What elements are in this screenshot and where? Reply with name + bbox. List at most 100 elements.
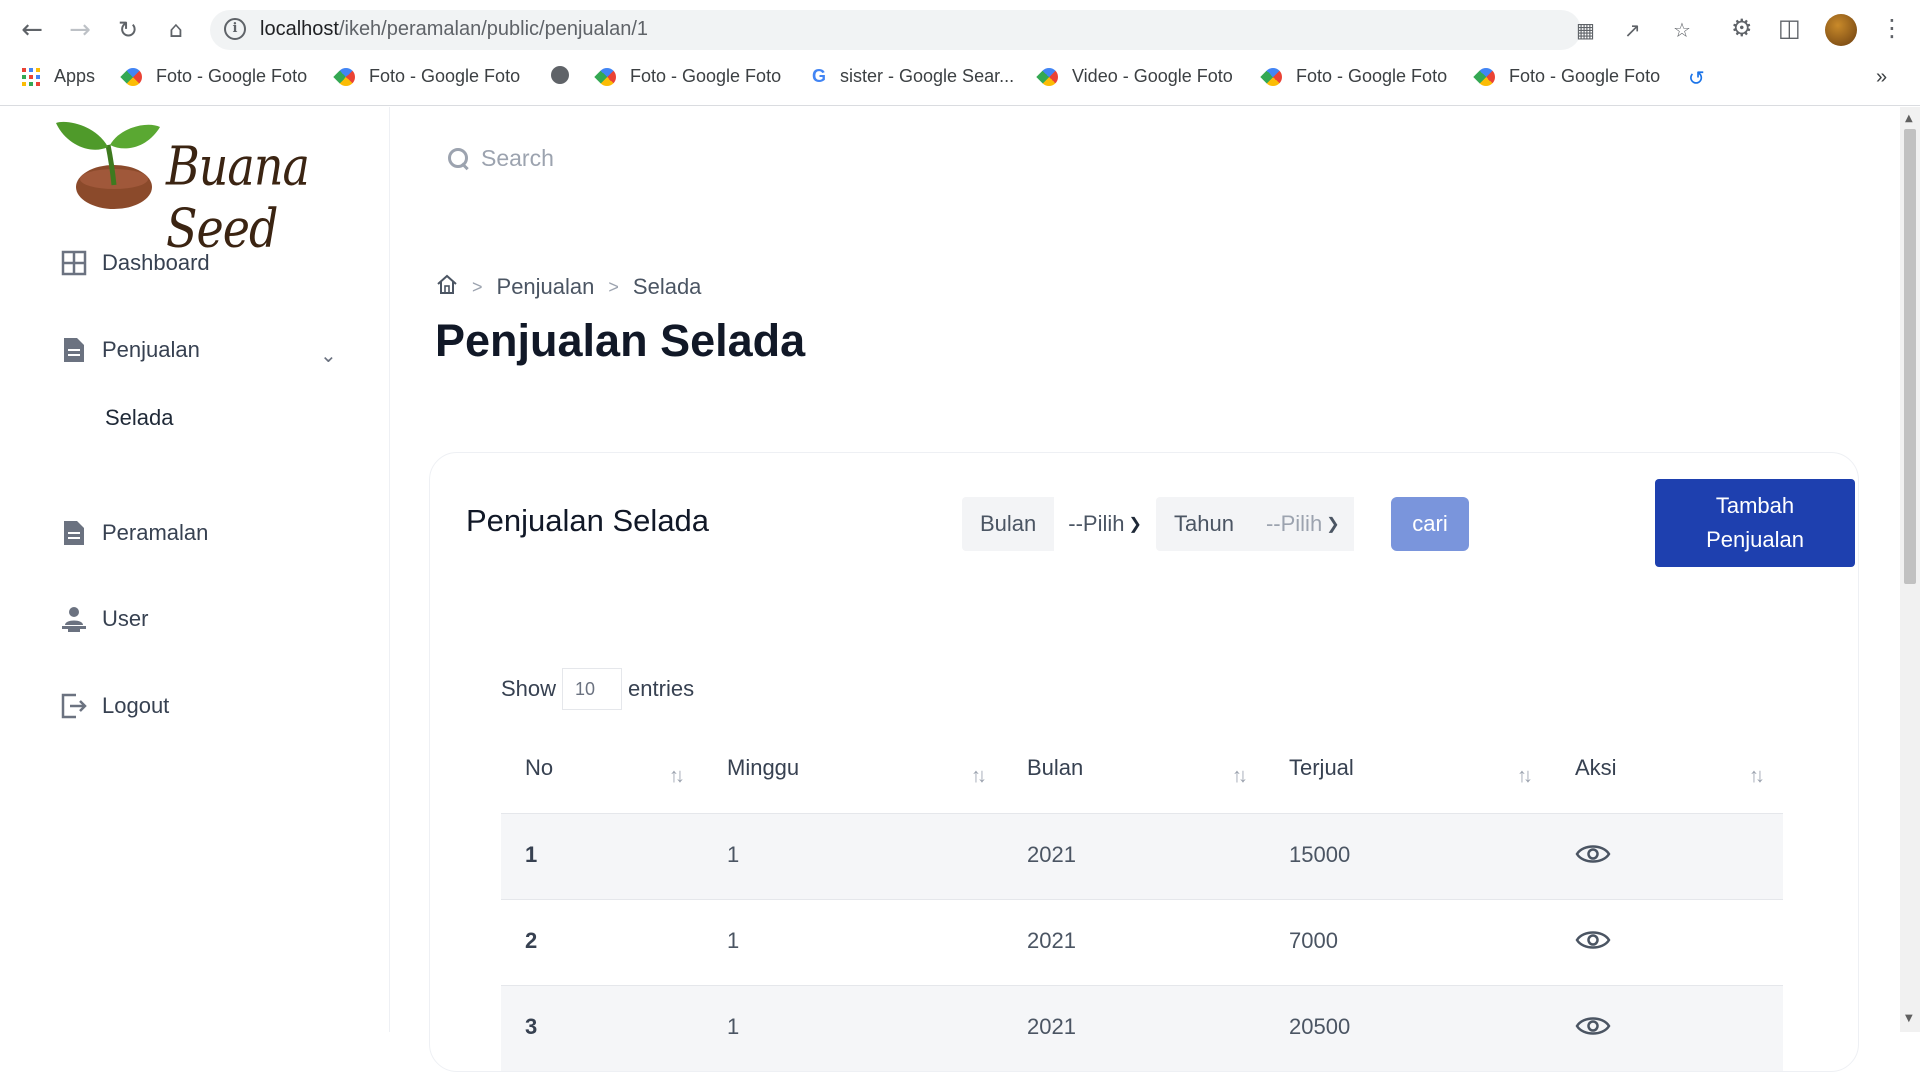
sort-icon[interactable]: ↑↓ — [669, 765, 685, 788]
cell-terjual: 20500 — [1289, 1014, 1351, 1039]
bookmark-foto-1[interactable]: Foto - Google Foto — [120, 63, 308, 90]
back-arrow-icon[interactable]: ← — [14, 12, 50, 48]
side-panel-icon[interactable]: ◫ — [1778, 14, 1801, 42]
translate-icon[interactable]: ▦ — [1576, 18, 1595, 42]
column-header-aksi[interactable]: Aksi — [1575, 755, 1617, 781]
google-photos-icon — [120, 63, 146, 90]
bookmark-label: sister - Google Sear... — [840, 66, 1015, 86]
home-icon[interactable] — [436, 273, 458, 301]
sprout-logo-icon — [56, 121, 160, 209]
table-header-row: No ↑↓ Minggu ↑↓ Bulan ↑↓ Terjual ↑↓ Aksi… — [501, 743, 1783, 813]
eye-icon[interactable] — [1575, 1014, 1611, 1038]
tahun-select-value: --Pilih — [1265, 511, 1323, 536]
sidebar-item-logout[interactable]: Logout — [60, 692, 169, 720]
show-entries: Show 10 entries — [501, 668, 694, 710]
sidebar-item-label: User — [102, 606, 149, 631]
bookmark-label: Foto - Google Foto — [156, 66, 308, 86]
sort-icon[interactable]: ↑↓ — [1232, 765, 1248, 788]
entries-label: entries — [628, 676, 695, 701]
user-icon — [60, 605, 88, 633]
bookmark-label: Foto - Google Foto — [630, 66, 782, 86]
bookmark-apps[interactable]: Apps — [22, 66, 95, 87]
profile-avatar[interactable] — [1825, 14, 1857, 46]
bookmark-foto-5[interactable]: Foto - Google Foto — [1473, 63, 1660, 90]
chevron-down-icon[interactable]: ⌄ — [320, 343, 337, 367]
cell-no: 1 — [525, 842, 538, 867]
eye-icon[interactable] — [1575, 842, 1611, 866]
bookmark-star-icon[interactable]: ☆ — [1673, 18, 1691, 42]
cari-button[interactable]: cari — [1391, 497, 1469, 551]
sidebar-item-label: Logout — [102, 693, 170, 718]
breadcrumb-penjualan[interactable]: Penjualan — [497, 274, 595, 300]
site-info-icon[interactable]: i — [224, 18, 246, 40]
bookmark-foto-3[interactable]: Foto - Google Foto — [594, 63, 782, 90]
scroll-down-arrow-icon[interactable]: ▼ — [1905, 1013, 1913, 1024]
globe-icon — [551, 66, 569, 84]
history-icon[interactable]: ↺ — [1688, 66, 1705, 91]
bookmark-sister-search[interactable]: G sister - Google Sear... — [812, 66, 1014, 87]
bookmark-foto-2[interactable]: Foto - Google Foto — [333, 63, 520, 90]
filter-bulan-label: Bulan — [962, 497, 1055, 551]
cell-bulan: 2021 — [1027, 842, 1076, 867]
home-icon[interactable]: ⌂ — [158, 12, 194, 48]
google-photos-icon — [1473, 63, 1499, 90]
bookmark-foto-4[interactable]: Foto - Google Foto — [1260, 63, 1447, 90]
bookmark-label: Apps — [54, 66, 96, 86]
browser-chrome: ← → ↻ ⌂ i localhost/ikeh/peramalan/publi… — [0, 0, 1920, 106]
menu-kebab-icon[interactable]: ⋮ — [1880, 14, 1904, 42]
column-header-bulan[interactable]: Bulan — [1027, 755, 1083, 781]
google-photos-icon — [594, 63, 620, 90]
search-icon — [447, 147, 471, 171]
sidebar-subitem-selada[interactable]: Selada — [105, 405, 174, 431]
page-title: Penjualan Selada — [435, 315, 806, 366]
scroll-up-arrow-icon[interactable]: ▲ — [1905, 113, 1913, 124]
search-bar[interactable]: Search — [447, 145, 554, 172]
grid-icon — [60, 249, 88, 277]
column-header-terjual[interactable]: Terjual — [1289, 755, 1354, 781]
sidebar-item-peramalan[interactable]: Peramalan — [60, 519, 208, 547]
search-input[interactable]: Search — [481, 145, 554, 172]
tambah-penjualan-button[interactable]: Tambah Penjualan — [1655, 479, 1855, 567]
page-scrollbar[interactable]: ▲ ▼ — [1900, 107, 1920, 1032]
entries-select-value: 10 — [575, 678, 596, 699]
bookmarks-more-button[interactable]: » — [1876, 66, 1887, 89]
table-row: 3 1 2021 20500 — [501, 985, 1783, 1071]
share-icon[interactable]: ↗ — [1624, 18, 1641, 42]
sort-icon[interactable]: ↑↓ — [1517, 765, 1533, 788]
bulan-select-value: --Pilih — [1068, 511, 1125, 536]
sidebar-item-user[interactable]: User — [60, 605, 148, 633]
column-header-no[interactable]: No — [525, 755, 553, 781]
chevron-right-icon: > — [608, 276, 619, 297]
breadcrumb: > Penjualan > Selada — [436, 273, 701, 301]
cell-no: 2 — [525, 928, 538, 953]
cell-minggu: 1 — [727, 1014, 740, 1039]
entries-select[interactable]: 10 — [562, 668, 623, 710]
bookmark-globe[interactable] — [551, 66, 569, 84]
eye-icon[interactable] — [1575, 928, 1611, 952]
table-row: 1 1 2021 15000 — [501, 813, 1783, 899]
sort-icon[interactable]: ↑↓ — [1749, 765, 1765, 788]
reload-icon[interactable]: ↻ — [110, 12, 146, 48]
cell-terjual: 7000 — [1289, 928, 1338, 953]
sidebar-item-dashboard[interactable]: Dashboard — [60, 249, 210, 277]
cell-minggu: 1 — [727, 842, 740, 867]
tahun-select[interactable]: --Pilih ❯ — [1251, 497, 1354, 551]
sort-icon[interactable]: ↑↓ — [971, 765, 987, 788]
document-icon — [60, 336, 88, 364]
address-url: localhost/ikeh/peramalan/public/penjuala… — [260, 18, 648, 41]
bookmark-label: Video - Google Foto — [1072, 66, 1233, 86]
cell-bulan: 2021 — [1027, 1014, 1076, 1039]
logo[interactable]: Buana Seed — [56, 115, 356, 259]
chevron-down-icon: ❯ — [1128, 516, 1142, 533]
bookmark-video[interactable]: Video - Google Foto — [1036, 63, 1233, 90]
forward-arrow-icon[interactable]: → — [62, 12, 98, 48]
google-photos-icon — [1036, 63, 1062, 90]
bulan-select[interactable]: --Pilih ❯ — [1054, 497, 1156, 551]
sidebar-item-penjualan[interactable]: Penjualan — [60, 336, 200, 364]
column-header-minggu[interactable]: Minggu — [727, 755, 799, 781]
scrollbar-thumb[interactable] — [1904, 129, 1916, 584]
extensions-icon[interactable]: ⚙ — [1731, 14, 1753, 42]
address-bar[interactable]: i localhost/ikeh/peramalan/public/penjua… — [210, 10, 1691, 50]
sales-card: Penjualan Selada Bulan --Pilih ❯ Tahun -… — [429, 452, 1859, 1072]
url-path: /ikeh/peramalan/public/penjualan/1 — [338, 18, 649, 40]
